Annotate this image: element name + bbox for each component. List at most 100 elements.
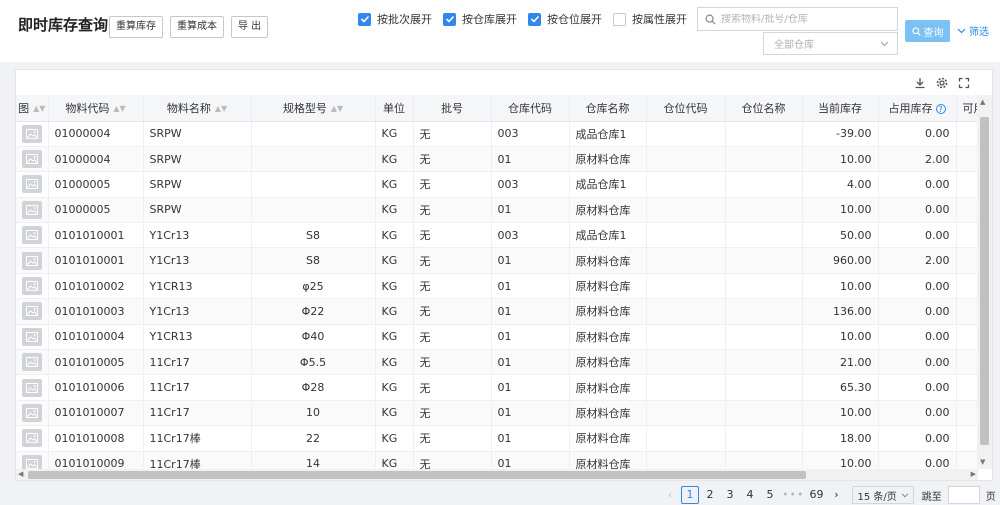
image-placeholder-icon[interactable]	[21, 200, 42, 219]
table-row[interactable]: 0101010005 11Cr17 Φ5.5 KG 无 01 原材料仓库 21.00 0.00	[16, 349, 978, 376]
table-cell	[725, 298, 803, 325]
table-row[interactable]: 0101010004 Y1CR13 Φ40 KG 无 01 原材料仓库 10.00 0.00	[16, 324, 978, 351]
table-cell: 11Cr17	[143, 400, 252, 427]
table-cell: 无	[413, 349, 492, 376]
table-cell: 无	[413, 171, 492, 198]
chevron-down-icon	[901, 492, 909, 497]
checkbox-label: 按仓位展开	[547, 13, 602, 26]
scroll-up-icon[interactable]: ▲	[980, 98, 985, 106]
page-4[interactable]: 4	[741, 486, 759, 504]
image-placeholder-icon[interactable]	[21, 327, 42, 346]
expand-by-location-checkbox[interactable]: 按仓位展开	[528, 10, 602, 28]
jump-page-input[interactable]	[947, 486, 980, 504]
col-header-material-code[interactable]: 物料代码 ▲▼	[48, 95, 144, 122]
table-row[interactable]: 0101010006 11Cr17 Φ28 KG 无 01 原材料仓库 65.30 0.00	[16, 374, 978, 401]
sort-icon[interactable]: ▲▼	[215, 104, 227, 113]
fullscreen-icon[interactable]	[958, 77, 970, 89]
expand-by-warehouse-checkbox[interactable]: 按仓库展开	[443, 10, 517, 28]
col-header-spec[interactable]: 规格型号 ▲▼	[251, 95, 376, 122]
vertical-scrollbar[interactable]: ▲ ▼	[977, 95, 992, 469]
table-row[interactable]: 01000004 SRPW KG 无 01 原材料仓库 10.00 2.00	[16, 146, 978, 173]
image-placeholder-icon[interactable]	[21, 226, 42, 245]
table-row[interactable]: 01000005 SRPW KG 无 01 原材料仓库 10.00 0.00	[16, 197, 978, 224]
scroll-right-icon[interactable]: ▶	[971, 470, 976, 478]
table-cell: 0101010002	[48, 273, 144, 300]
table-row[interactable]: 0101010008 11Cr17棒 22 KG 无 01 原材料仓库 18.00 0.00	[16, 425, 978, 452]
image-placeholder-icon[interactable]	[21, 251, 42, 270]
page-size-select[interactable]: 15 条/页	[852, 486, 914, 504]
filter-toggle[interactable]: 筛选	[957, 23, 989, 38]
download-icon[interactable]	[914, 77, 926, 89]
recalc-cost-button[interactable]: 重算成本	[170, 16, 224, 38]
export-button[interactable]: 导 出	[231, 16, 269, 38]
warehouse-select[interactable]: 全部仓库	[763, 32, 898, 55]
search-input[interactable]	[721, 13, 891, 25]
table-row[interactable]: 0101010007 11Cr17 10 KG 无 01 原材料仓库 10.00 0.00	[16, 400, 978, 427]
table-cell: 10.00	[802, 400, 879, 427]
page-1[interactable]: 1	[681, 486, 699, 504]
table-cell-available	[956, 197, 978, 224]
table-cell: 0101010009	[48, 451, 144, 469]
table-cell: 无	[413, 273, 492, 300]
table-row[interactable]: 01000004 SRPW KG 无 003 成品仓库1 -39.00 0.00	[16, 121, 978, 147]
page-ellipsis[interactable]: •••	[781, 486, 805, 504]
next-page-icon[interactable]: ›	[827, 486, 845, 504]
help-icon[interactable]: ?	[935, 103, 946, 114]
page-2[interactable]: 2	[701, 486, 719, 504]
horizontal-scroll-thumb[interactable]	[28, 471, 806, 479]
table-cell: 原材料仓库	[569, 298, 647, 325]
table-cell: 003	[491, 121, 570, 147]
image-placeholder-icon[interactable]	[21, 429, 42, 448]
table-cell: Φ28	[251, 374, 376, 401]
table-row[interactable]: 0101010001 Y1Cr13 S8 KG 无 003 成品仓库1 50.00 0.00	[16, 222, 978, 249]
table-cell: Y1CR13	[143, 324, 252, 351]
scroll-down-icon[interactable]: ▼	[980, 458, 985, 466]
page-last[interactable]: 69	[807, 486, 825, 504]
inventory-table-card: 图 ▲▼ 物料代码 ▲▼ 物料名称 ▲▼ 规格型号 ▲▼ 单位 批号 仓库代码 仓库名称…	[15, 69, 993, 481]
prev-page-icon[interactable]: ‹	[661, 486, 679, 504]
expand-by-batch-checkbox[interactable]: 按批次展开	[358, 10, 432, 28]
image-placeholder-icon[interactable]	[21, 403, 42, 422]
table-row[interactable]: 01000005 SRPW KG 无 003 成品仓库1 4.00 0.00	[16, 171, 978, 198]
image-placeholder-icon[interactable]	[21, 353, 42, 372]
image-placeholder-icon[interactable]	[21, 124, 42, 143]
image-placeholder-icon[interactable]	[21, 175, 42, 194]
scroll-left-icon[interactable]: ◀	[18, 470, 23, 478]
table-row[interactable]: 0101010009 11Cr17棒 14 KG 无 01 原材料仓库 10.00 0.00	[16, 451, 978, 469]
query-button[interactable]: 查询	[905, 20, 950, 42]
image-placeholder-icon[interactable]	[21, 302, 42, 321]
expand-by-attribute-checkbox[interactable]: 按属性展开	[613, 10, 687, 28]
table-cell: 无	[413, 146, 492, 173]
page-5[interactable]: 5	[761, 486, 779, 504]
table-cell: KG	[375, 273, 414, 300]
table-cell: KG	[375, 451, 414, 469]
table-row[interactable]: 0101010003 Y1Cr13 Φ22 KG 无 01 原材料仓库 136.00 0.00	[16, 298, 978, 325]
horizontal-scrollbar[interactable]: ◀ ▶	[16, 469, 978, 480]
table-cell	[646, 247, 726, 274]
image-placeholder-icon[interactable]	[21, 150, 42, 169]
image-placeholder-icon[interactable]	[21, 378, 42, 397]
table-cell: 11Cr17	[143, 374, 252, 401]
table-cell: 原材料仓库	[569, 324, 647, 351]
cell-image	[16, 349, 49, 376]
sort-icon[interactable]: ▲▼	[113, 104, 125, 113]
image-placeholder-icon[interactable]	[21, 454, 42, 469]
recalc-stock-button[interactable]: 重算库存	[109, 16, 163, 38]
page-3[interactable]: 3	[721, 486, 739, 504]
table-row[interactable]: 0101010001 Y1Cr13 S8 KG 无 01 原材料仓库 960.00 2.00	[16, 247, 978, 274]
cell-image	[16, 298, 49, 325]
table-row[interactable]: 0101010002 Y1CR13 φ25 KG 无 01 原材料仓库 10.00 0.00	[16, 273, 978, 300]
sort-icon[interactable]: ▲▼	[33, 104, 45, 113]
cell-image	[16, 222, 49, 249]
col-header-available-stock: 可用库存	[956, 95, 978, 122]
table-cell: KG	[375, 197, 414, 224]
col-header-location-name: 仓位名称	[725, 95, 803, 122]
sort-icon[interactable]: ▲▼	[331, 104, 343, 113]
image-placeholder-icon[interactable]	[21, 277, 42, 296]
col-header-material-name[interactable]: 物料名称 ▲▼	[143, 95, 252, 122]
table-cell: KG	[375, 298, 414, 325]
col-header-image[interactable]: 图 ▲▼	[16, 95, 49, 122]
gear-icon[interactable]	[936, 77, 948, 89]
table-cell	[646, 222, 726, 249]
vertical-scroll-thumb[interactable]	[980, 117, 989, 445]
